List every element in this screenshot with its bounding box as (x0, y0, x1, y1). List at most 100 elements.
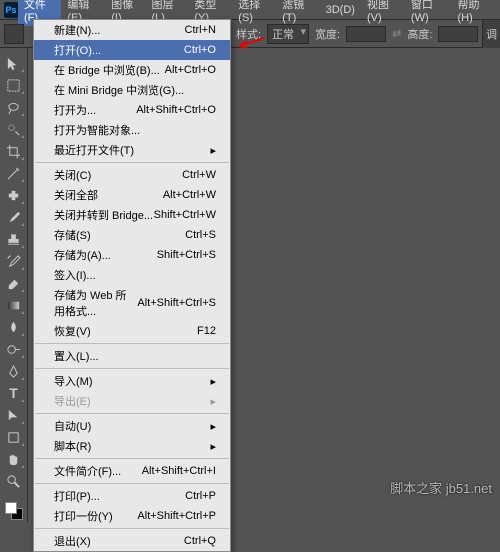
menu-item-label: 关闭(C) (54, 167, 91, 183)
move-tool-icon[interactable] (3, 53, 25, 73)
menu-item[interactable]: 打开为... Alt+Shift+Ctrl+O (34, 100, 230, 120)
zoom-tool-icon[interactable] (3, 471, 25, 491)
tool-preset-icon[interactable] (4, 24, 24, 44)
menu-item[interactable]: 置入(L)... (34, 346, 230, 366)
menu-item-shortcut: Alt+Ctrl+W (163, 189, 216, 201)
menu-item-label: 导入(M) (54, 373, 93, 389)
lasso-tool-icon[interactable] (3, 97, 25, 117)
menu-item-label: 文件简介(F)... (54, 463, 121, 479)
height-input[interactable] (438, 26, 478, 42)
menu-item[interactable]: 关闭并转到 Bridge...Shift+Ctrl+W (34, 205, 230, 225)
eraser-tool-icon[interactable] (3, 273, 25, 293)
history-brush-tool-icon[interactable] (3, 251, 25, 271)
menu-filter[interactable]: 滤镜(T) (276, 0, 319, 26)
menu-item-label: 存储为(A)... (54, 247, 111, 263)
menu-item: 导出(E) (34, 391, 230, 411)
gradient-tool-icon[interactable] (3, 295, 25, 315)
menu-item[interactable]: 脚本(R) (34, 436, 230, 456)
color-swatches[interactable] (3, 500, 25, 522)
menu-separator (35, 413, 229, 414)
type-tool-icon[interactable]: T (3, 383, 25, 403)
menu-item-shortcut: Ctrl+O (184, 44, 216, 56)
menu-window[interactable]: 窗口(W) (405, 0, 452, 26)
menu-item[interactable]: 打开为智能对象... (34, 120, 230, 140)
adjust-edge-button[interactable]: 调 (482, 20, 500, 48)
menu-separator (35, 528, 229, 529)
menu-view[interactable]: 视图(V) (361, 0, 405, 26)
file-menu-dropdown: 新建(N)...Ctrl+N打开(O)...Ctrl+O在 Bridge 中浏览… (33, 19, 231, 552)
marquee-tool-icon[interactable] (3, 75, 25, 95)
brush-tool-icon[interactable] (3, 207, 25, 227)
menu-item-shortcut: Alt+Shift+Ctrl+P (137, 510, 216, 522)
menu-item[interactable]: 恢复(V)F12 (34, 321, 230, 341)
menu-item[interactable]: 签入(I)... (34, 265, 230, 285)
menu-item-label: 打开为智能对象... (54, 122, 140, 138)
menu-item-label: 关闭并转到 Bridge... (54, 207, 153, 223)
menu-item-shortcut: Ctrl+N (185, 24, 216, 36)
menu-item[interactable]: 关闭全部 Alt+Ctrl+W (34, 185, 230, 205)
menu-item-label: 打印一份(Y) (54, 508, 113, 524)
menu-item-label: 打印(P)... (54, 488, 100, 504)
menu-item-shortcut: Shift+Ctrl+W (154, 209, 216, 221)
width-input[interactable] (346, 26, 386, 42)
menu-select[interactable]: 选择(S) (232, 0, 276, 26)
swap-icon[interactable]: ⇄ (392, 27, 401, 40)
eyedropper-tool-icon[interactable] (3, 163, 25, 183)
menu-item[interactable]: 文件简介(F)... Alt+Shift+Ctrl+I (34, 461, 230, 481)
menu-item[interactable]: 自动(U) (34, 416, 230, 436)
style-select[interactable]: 正常 (267, 24, 309, 44)
watermark-text: 脚本之家 jb51.net (390, 478, 492, 497)
menubar: Ps 文件(F) 编辑(E) 图像(I) 图层(L) 类型(Y) 选择(S) 滤… (0, 0, 500, 20)
menu-item[interactable]: 存储(S)Ctrl+S (34, 225, 230, 245)
menu-item-label: 脚本(R) (54, 438, 91, 454)
menu-separator (35, 162, 229, 163)
menu-separator (35, 368, 229, 369)
menu-item[interactable]: 导入(M) (34, 371, 230, 391)
menu-item[interactable]: 在 Bridge 中浏览(B)... Alt+Ctrl+O (34, 60, 230, 80)
menu-item-label: 在 Mini Bridge 中浏览(G)... (54, 82, 184, 98)
menu-separator (35, 343, 229, 344)
menu-item-shortcut: Ctrl+W (182, 169, 216, 181)
menu-item[interactable]: 存储为 Web 所用格式...Alt+Shift+Ctrl+S (34, 285, 230, 321)
shape-tool-icon[interactable] (3, 427, 25, 447)
menu-item-shortcut: Ctrl+S (185, 229, 216, 241)
menu-item[interactable]: 关闭(C) Ctrl+W (34, 165, 230, 185)
menu-item[interactable]: 在 Mini Bridge 中浏览(G)... (34, 80, 230, 100)
toolbar: T (0, 48, 28, 522)
pen-tool-icon[interactable] (3, 361, 25, 381)
menu-item[interactable]: 打印一份(Y) Alt+Shift+Ctrl+P (34, 506, 230, 526)
foreground-color-swatch[interactable] (5, 502, 17, 514)
menu-item[interactable]: 新建(N)...Ctrl+N (34, 20, 230, 40)
crop-tool-icon[interactable] (3, 141, 25, 161)
path-select-tool-icon[interactable] (3, 405, 25, 425)
menu-item-label: 置入(L)... (54, 348, 99, 364)
ps-logo-icon: Ps (4, 2, 18, 18)
menu-item-shortcut: Alt+Ctrl+O (165, 64, 216, 76)
menu-item[interactable]: 存储为(A)... Shift+Ctrl+S (34, 245, 230, 265)
menu-item-label: 打开为... (54, 102, 96, 118)
menu-item-label: 关闭全部 (54, 187, 98, 203)
dodge-tool-icon[interactable] (3, 339, 25, 359)
menu-item[interactable]: 打开(O)...Ctrl+O (34, 40, 230, 60)
menu-item-label: 签入(I)... (54, 267, 96, 283)
menu-item-label: 自动(U) (54, 418, 91, 434)
height-label: 高度: (407, 26, 432, 42)
menu-item-label: 退出(X) (54, 533, 91, 549)
menu-item-label: 最近打开文件(T) (54, 142, 134, 158)
healing-tool-icon[interactable] (3, 185, 25, 205)
menu-item-label: 导出(E) (54, 393, 91, 409)
stamp-tool-icon[interactable] (3, 229, 25, 249)
menu-item[interactable]: 最近打开文件(T) (34, 140, 230, 160)
menu-item-shortcut: Ctrl+Q (184, 535, 216, 547)
menu-3d[interactable]: 3D(D) (320, 2, 361, 18)
menu-item-label: 在 Bridge 中浏览(B)... (54, 62, 160, 78)
quick-select-tool-icon[interactable] (3, 119, 25, 139)
menu-item-shortcut: F12 (197, 325, 216, 337)
menu-item-shortcut: Alt+Shift+Ctrl+O (136, 104, 216, 116)
menu-item-shortcut: Alt+Shift+Ctrl+I (142, 465, 216, 477)
menu-item[interactable]: 退出(X) Ctrl+Q (34, 531, 230, 551)
menu-item[interactable]: 打印(P)...Ctrl+P (34, 486, 230, 506)
menu-item-shortcut: Shift+Ctrl+S (157, 249, 216, 261)
blur-tool-icon[interactable] (3, 317, 25, 337)
hand-tool-icon[interactable] (3, 449, 25, 469)
